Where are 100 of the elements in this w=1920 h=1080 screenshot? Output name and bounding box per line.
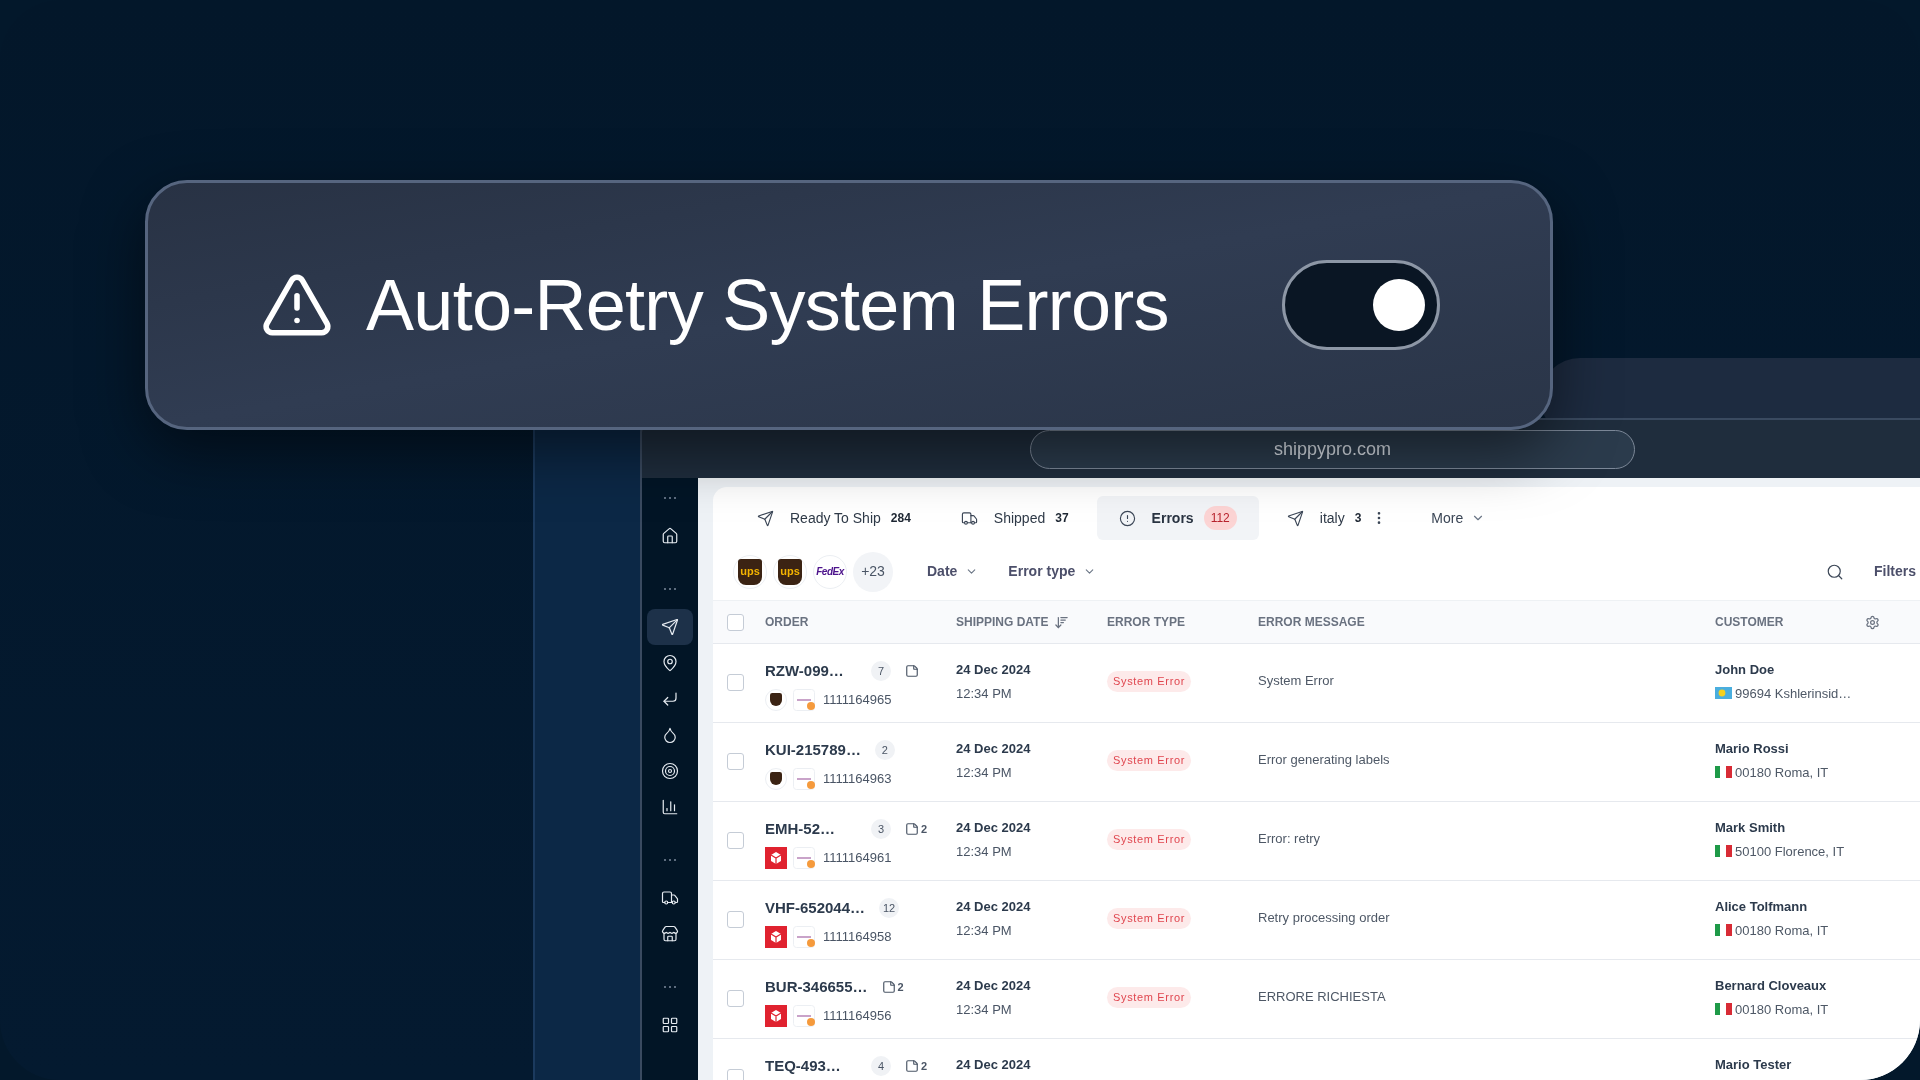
ups-logo: ups bbox=[773, 554, 807, 589]
filters-button[interactable]: Filters bbox=[1874, 561, 1916, 582]
tab-count: 112 bbox=[1203, 506, 1237, 530]
more-label: More bbox=[1431, 508, 1464, 528]
tracking-number: 1111164965 bbox=[823, 690, 892, 709]
box-icon bbox=[765, 846, 787, 869]
box-icon bbox=[765, 1004, 787, 1027]
customer-address: 00180 Roma, IT bbox=[1735, 921, 1829, 940]
ellipsis-icon bbox=[663, 496, 677, 500]
order-id[interactable]: BUR-346655… bbox=[765, 976, 868, 999]
shipping-time: 12:34 PM bbox=[956, 842, 1013, 861]
column-header: ERROR TYPE bbox=[1107, 614, 1185, 631]
tracking-number: 1111164956 bbox=[823, 1006, 892, 1025]
service-logo-icon bbox=[793, 767, 817, 790]
item-count-badge: 4 bbox=[871, 1056, 891, 1077]
filter-label: Date bbox=[927, 562, 958, 581]
ellipsis-icon bbox=[663, 858, 677, 862]
service-logo-icon bbox=[793, 925, 817, 948]
more-dropdown[interactable]: More bbox=[1421, 507, 1496, 529]
box-icon bbox=[765, 925, 787, 948]
checkbox[interactable] bbox=[727, 990, 744, 1007]
tab-count: 3 bbox=[1354, 510, 1362, 527]
checkbox[interactable] bbox=[727, 832, 744, 849]
tab-count: 37 bbox=[1055, 510, 1069, 527]
italy-flag-icon bbox=[1715, 924, 1732, 937]
note-count: 2 bbox=[921, 822, 928, 837]
error-type-badge: System Error bbox=[1107, 750, 1192, 771]
item-count-badge: 7 bbox=[871, 661, 891, 682]
order-id[interactable]: VHF-652044… bbox=[765, 897, 866, 920]
checkbox[interactable] bbox=[727, 674, 744, 691]
table-row[interactable]: TEQ-493… 4 2 24 Dec 2024 Mario Tester bbox=[713, 1039, 1920, 1080]
shipping-time: 12:34 PM bbox=[956, 1000, 1013, 1019]
table-row[interactable]: EMH-52… 3 2 1111164961 24 Dec 2024 12:34 PM System Error Error: retry Mark Smith 50100 Florence, IT bbox=[713, 802, 1920, 881]
table-row[interactable]: KUI-215789… 2 1111164963 24 Dec 2024 12:34 PM System Error Error generating labels Mario Rossi 00180 Roma, IT bbox=[713, 723, 1920, 802]
italy-flag-icon bbox=[1715, 766, 1732, 779]
filter-dropdown[interactable]: Date bbox=[927, 561, 979, 582]
location-pin-icon bbox=[661, 654, 679, 672]
send-icon bbox=[661, 618, 679, 636]
tab-label: Ready To Ship bbox=[790, 508, 881, 528]
shipping-date: 24 Dec 2024 bbox=[956, 977, 1032, 995]
note-icon[interactable] bbox=[905, 822, 919, 837]
table-row[interactable]: RZW-099… 7 1111164965 24 Dec 2024 12:34 PM System Error System Error John Doe 99694 Kshlerinsid… bbox=[713, 644, 1920, 723]
filter-dropdown[interactable]: Error type bbox=[1008, 561, 1097, 582]
tab[interactable]: Shipped 37 bbox=[938, 496, 1091, 540]
error-message: Error generating labels bbox=[1258, 752, 1390, 767]
note-icon[interactable] bbox=[881, 980, 896, 995]
tracking-number: 1111164961 bbox=[823, 848, 892, 867]
send-icon bbox=[1286, 509, 1304, 527]
alert-circle-icon bbox=[1118, 509, 1136, 527]
order-id[interactable]: TEQ-493… bbox=[765, 1055, 857, 1078]
checkbox[interactable] bbox=[727, 613, 744, 631]
shipping-date: 24 Dec 2024 bbox=[956, 661, 1032, 679]
sidebar-item[interactable] bbox=[647, 609, 693, 645]
table-row[interactable]: BUR-346655… 2 1111164956 24 Dec 2024 12:34 PM System Error ERRORE RICHIESTA Bernard Cloveaux 00180 Roma, IT bbox=[713, 960, 1920, 1039]
store-icon bbox=[661, 925, 679, 943]
column-header: ERROR MESSAGE bbox=[1258, 614, 1365, 631]
truck-icon bbox=[661, 889, 679, 907]
tab-label: Errors bbox=[1151, 508, 1194, 528]
tab-label: italy bbox=[1319, 508, 1345, 528]
customer-name: Mario Rossi bbox=[1715, 740, 1790, 758]
shipping-time: 12:34 PM bbox=[956, 684, 1013, 703]
settings-icon[interactable] bbox=[1865, 614, 1880, 630]
checkbox[interactable] bbox=[727, 753, 744, 770]
customer-address: 00180 Roma, IT bbox=[1735, 763, 1829, 782]
drop-icon bbox=[661, 726, 679, 744]
checkbox[interactable] bbox=[727, 911, 744, 928]
tab[interactable]: italy 3 bbox=[1264, 496, 1410, 540]
error-type-badge: System Error bbox=[1107, 987, 1192, 1008]
fedex-logo: FedEx bbox=[813, 554, 847, 589]
tab-count: 284 bbox=[890, 510, 911, 527]
order-id[interactable]: RZW-099… bbox=[765, 660, 857, 683]
error-message: ERRORE RICHIESTA bbox=[1258, 989, 1386, 1004]
tab[interactable]: Errors 112 bbox=[1096, 496, 1259, 540]
note-icon[interactable] bbox=[905, 1059, 919, 1074]
sort-icon[interactable] bbox=[1054, 614, 1070, 630]
bar-chart-icon bbox=[661, 798, 679, 816]
url-field[interactable]: shippypro.com bbox=[1030, 429, 1635, 469]
note-count: 2 bbox=[921, 1059, 928, 1074]
error-type-badge: System Error bbox=[1107, 829, 1192, 850]
search-icon[interactable] bbox=[1826, 562, 1844, 581]
customer-name: John Doe bbox=[1715, 661, 1776, 679]
customer-name: Mark Smith bbox=[1715, 819, 1787, 837]
tracking-number: 1111164958 bbox=[823, 927, 892, 946]
ellipsis-icon bbox=[663, 587, 677, 591]
customer-address: 00180 Roma, IT bbox=[1735, 1000, 1829, 1019]
banner-title: Auto-Retry System Errors bbox=[366, 264, 1169, 347]
customer-name: Alice Tolfmann bbox=[1715, 898, 1809, 916]
shipping-date: 24 Dec 2024 bbox=[956, 898, 1032, 916]
order-id[interactable]: KUI-215789… bbox=[765, 739, 861, 762]
order-id[interactable]: EMH-52… bbox=[765, 818, 857, 841]
error-message: System Error bbox=[1258, 673, 1334, 688]
shipping-date: 24 Dec 2024 bbox=[956, 1056, 1032, 1074]
customer-address: 99694 Kshlerinsid… bbox=[1735, 684, 1852, 703]
shipping-date: 24 Dec 2024 bbox=[956, 819, 1032, 837]
tab[interactable]: Ready To Ship 284 bbox=[735, 496, 933, 540]
service-logo-icon bbox=[793, 1004, 817, 1027]
note-icon[interactable] bbox=[905, 664, 919, 679]
send-icon bbox=[757, 509, 774, 527]
more-carriers-badge[interactable]: +23 bbox=[853, 551, 893, 592]
table-row[interactable]: VHF-652044… 12 1111164958 24 Dec 2024 12:34 PM System Error Retry processing order Alice Tolfmann 00180 Roma, IT bbox=[713, 881, 1920, 960]
